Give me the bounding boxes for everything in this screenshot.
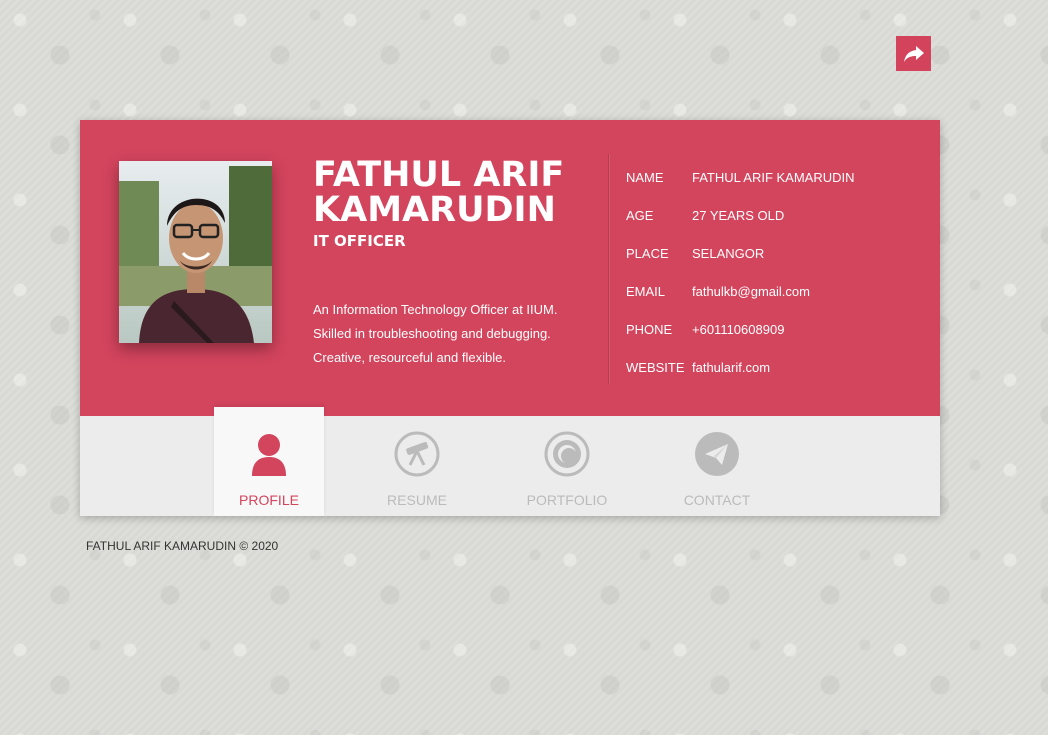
detail-label: PHONE [626, 322, 673, 337]
detail-label: EMAIL [626, 284, 666, 299]
detail-value-age: 27 YEARS OLD [692, 208, 785, 223]
tab-label: RESUME [387, 492, 447, 508]
profile-photo [119, 161, 272, 343]
tab-profile[interactable]: PROFILE [214, 407, 324, 516]
detail-value-phone: +601110608909 [692, 322, 785, 337]
paper-plane-icon [693, 430, 741, 478]
detail-row-email: EMAIL fathulkb@gmail.com [626, 284, 855, 322]
user-icon [245, 430, 293, 478]
camera-lens-icon [543, 430, 591, 478]
share-icon [903, 45, 924, 62]
profile-details: NAME FATHUL ARIF KAMARUDIN AGE 27 YEARS … [626, 170, 855, 398]
detail-label: AGE [626, 208, 654, 223]
tab-portfolio[interactable]: PORTFOLIO [512, 416, 622, 516]
detail-value-place: SELANGOR [692, 246, 765, 261]
detail-label: WEBSITE [626, 360, 685, 375]
tab-resume[interactable]: RESUME [362, 416, 472, 516]
detail-row-phone: PHONE +601110608909 [626, 322, 855, 360]
profile-bio: An Information Technology Officer at IIU… [313, 302, 558, 365]
telescope-icon [393, 430, 441, 478]
detail-row-age: AGE 27 YEARS OLD [626, 208, 855, 246]
share-button[interactable] [896, 36, 931, 71]
detail-value-website[interactable]: fathularif.com [692, 360, 770, 398]
section-nav: PROFILE RESUME PORTFOLIO CONTACT [80, 407, 940, 516]
detail-value-email[interactable]: fathulkb@gmail.com [692, 284, 810, 322]
detail-row-name: NAME FATHUL ARIF KAMARUDIN [626, 170, 855, 208]
detail-row-website: WEBSITE fathularif.com [626, 360, 855, 398]
detail-label: PLACE [626, 246, 669, 261]
footer-copyright: FATHUL ARIF KAMARUDIN © 2020 [86, 539, 279, 553]
header-divider [608, 154, 609, 384]
detail-row-place: PLACE SELANGOR [626, 246, 855, 284]
profile-role: IT OFFICER [313, 232, 406, 250]
profile-card: FATHUL ARIF KAMARUDIN IT OFFICER An Info… [80, 120, 940, 516]
tab-label: CONTACT [683, 492, 751, 508]
detail-value-name: FATHUL ARIF KAMARUDIN [692, 170, 855, 185]
tab-label: PORTFOLIO [526, 492, 608, 508]
profile-name: FATHUL ARIF KAMARUDIN [313, 155, 565, 230]
tab-contact[interactable]: CONTACT [662, 416, 772, 516]
tab-label: PROFILE [239, 492, 299, 508]
detail-label: NAME [626, 170, 664, 185]
profile-header: FATHUL ARIF KAMARUDIN IT OFFICER An Info… [80, 120, 940, 416]
